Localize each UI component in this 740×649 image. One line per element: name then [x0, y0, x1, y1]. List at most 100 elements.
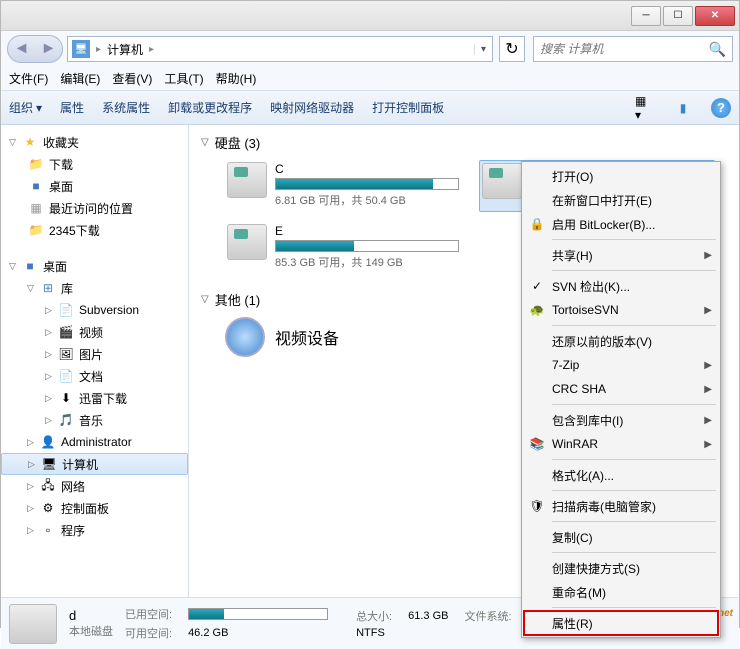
context-item-label: 重命名(M) [552, 584, 606, 601]
address-bar[interactable]: 🖥 ▸ 计算机 ▸ ▾ [67, 36, 493, 62]
context-item[interactable]: 🐢TortoiseSVN▶ [524, 298, 718, 322]
context-separator [552, 521, 716, 522]
drive-e[interactable]: E 85.3 GB 可用，共 149 GB [225, 222, 461, 272]
context-item[interactable]: 复制(C) [524, 525, 718, 549]
context-item-label: TortoiseSVN [552, 303, 619, 317]
forward-icon[interactable]: ► [35, 36, 62, 62]
collapse-icon[interactable]: ▽ [201, 137, 209, 148]
search-icon[interactable]: 🔍 [709, 41, 726, 58]
menu-help[interactable]: 帮助(H) [216, 70, 257, 87]
tree-favorites[interactable]: ▽ ★ 收藏夹 [1, 131, 188, 153]
minimize-button[interactable]: ─ [631, 6, 661, 26]
drive-c[interactable]: C 6.81 GB 可用，共 50.4 GB [225, 160, 461, 212]
menu-edit[interactable]: 编辑(E) [60, 70, 100, 87]
submenu-arrow-icon: ▶ [704, 360, 712, 371]
tree-recent[interactable]: ▦最近访问的位置 [1, 197, 188, 219]
tree-computer[interactable]: ▷🖥计算机 [1, 453, 188, 475]
back-icon[interactable]: ◄ [8, 36, 35, 62]
tree-programs[interactable]: ▷▫程序 [1, 519, 188, 541]
submenu-arrow-icon: ▶ [704, 439, 712, 450]
context-item[interactable]: 还原以前的版本(V) [524, 329, 718, 353]
toolbar-properties[interactable]: 属性 [60, 99, 84, 116]
context-item-icon: 🛡 [528, 497, 546, 515]
network-icon: 🖧 [39, 478, 57, 494]
tree-library[interactable]: ▽⊞库 [1, 277, 188, 299]
submenu-arrow-icon: ▶ [704, 415, 712, 426]
context-item-icon: ✓ [528, 277, 546, 295]
tree-documents[interactable]: ▷📄文档 [1, 365, 188, 387]
context-item[interactable]: 重命名(M) [524, 580, 718, 604]
music-icon: 🎵 [57, 412, 75, 428]
context-separator [552, 552, 716, 553]
toolbar-map-drive[interactable]: 映射网络驱动器 [270, 99, 354, 116]
tree-pictures[interactable]: ▷🖼图片 [1, 343, 188, 365]
tree-desktop-root[interactable]: ▽ ■ 桌面 [1, 255, 188, 277]
tree-network[interactable]: ▷🖧网络 [1, 475, 188, 497]
tree-2345[interactable]: 📁2345下载 [1, 219, 188, 241]
context-item-label: 7-Zip [552, 358, 579, 372]
tree-thunder[interactable]: ▷⬇迅雷下载 [1, 387, 188, 409]
drive-icon [227, 224, 267, 260]
status-total-label: 总大小: [356, 608, 392, 624]
context-item[interactable]: ✓SVN 检出(K)... [524, 274, 718, 298]
toolbar-system-properties[interactable]: 系统属性 [102, 99, 150, 116]
context-item[interactable]: 🔒启用 BitLocker(B)... [524, 212, 718, 236]
context-item[interactable]: 创建快捷方式(S) [524, 556, 718, 580]
context-item[interactable]: 属性(R) [524, 611, 718, 635]
breadcrumb-computer[interactable]: 计算机 [103, 41, 147, 58]
search-box[interactable]: 🔍 [533, 36, 733, 62]
tree-control-panel[interactable]: ▷⚙控制面板 [1, 497, 188, 519]
context-item[interactable]: 共享(H)▶ [524, 243, 718, 267]
section-disks[interactable]: ▽ 硬盘 (3) [201, 133, 727, 152]
tree-music[interactable]: ▷🎵音乐 [1, 409, 188, 431]
recent-icon: ▦ [27, 200, 45, 216]
doc-icon: 📄 [57, 302, 75, 318]
menu-tools[interactable]: 工具(T) [164, 70, 203, 87]
menu-file[interactable]: 文件(F) [9, 70, 48, 87]
collapse-icon[interactable]: ▽ [27, 283, 39, 294]
computer-icon: 🖥 [72, 40, 90, 58]
programs-icon: ▫ [39, 522, 57, 538]
tree-admin[interactable]: ▷👤Administrator [1, 431, 188, 453]
view-options-icon[interactable]: ▦ ▾ [635, 98, 655, 118]
context-item-label: 扫描病毒(电脑管家) [552, 498, 656, 515]
context-item[interactable]: 📚WinRAR▶ [524, 432, 718, 456]
toolbar-control-panel[interactable]: 打开控制面板 [372, 99, 444, 116]
drive-icon [482, 163, 522, 199]
context-item-label: WinRAR [552, 437, 598, 451]
menu-view[interactable]: 查看(V) [112, 70, 152, 87]
collapse-icon[interactable]: ▽ [9, 261, 21, 272]
preview-pane-icon[interactable]: ▮ [673, 98, 693, 118]
context-item[interactable]: 在新窗口中打开(E) [524, 188, 718, 212]
refresh-button[interactable]: ↻ [499, 36, 525, 62]
tree-subversion[interactable]: ▷📄Subversion [1, 299, 188, 321]
sidebar-tree: ▽ ★ 收藏夹 📁下载 ■桌面 ▦最近访问的位置 📁2345下载 ▽ ■ 桌面 … [1, 125, 189, 597]
context-separator [552, 607, 716, 608]
tree-downloads[interactable]: 📁下载 [1, 153, 188, 175]
context-item[interactable]: 格式化(A)... [524, 463, 718, 487]
control-icon: ⚙ [39, 500, 57, 516]
desktop-icon: ■ [21, 258, 39, 274]
tree-videos[interactable]: ▷🎬视频 [1, 321, 188, 343]
collapse-icon[interactable]: ▽ [9, 137, 21, 148]
search-input[interactable] [540, 42, 709, 56]
toolbar-uninstall[interactable]: 卸载或更改程序 [168, 99, 252, 116]
tree-desktop[interactable]: ■桌面 [1, 175, 188, 197]
video-icon: 🎬 [57, 324, 75, 340]
device-label: 视频设备 [275, 325, 339, 349]
user-icon: 👤 [39, 434, 57, 450]
nav-back-forward[interactable]: ◄ ► [7, 35, 63, 63]
context-item[interactable]: 7-Zip ▶ [524, 353, 718, 377]
address-dropdown-icon[interactable]: ▾ [474, 44, 492, 55]
close-button[interactable]: ✕ [695, 6, 735, 26]
context-item-icon: 🐢 [528, 301, 546, 319]
context-item-label: 打开(O) [552, 168, 593, 185]
context-item[interactable]: 打开(O) [524, 164, 718, 188]
help-icon[interactable]: ? [711, 98, 731, 118]
maximize-button[interactable]: ☐ [663, 6, 693, 26]
collapse-icon[interactable]: ▽ [201, 294, 209, 305]
context-item[interactable]: CRC SHA▶ [524, 377, 718, 401]
context-item[interactable]: 包含到库中(I)▶ [524, 408, 718, 432]
context-item[interactable]: 🛡 扫描病毒(电脑管家) [524, 494, 718, 518]
toolbar-organize[interactable]: 组织 ▾ [9, 99, 42, 116]
